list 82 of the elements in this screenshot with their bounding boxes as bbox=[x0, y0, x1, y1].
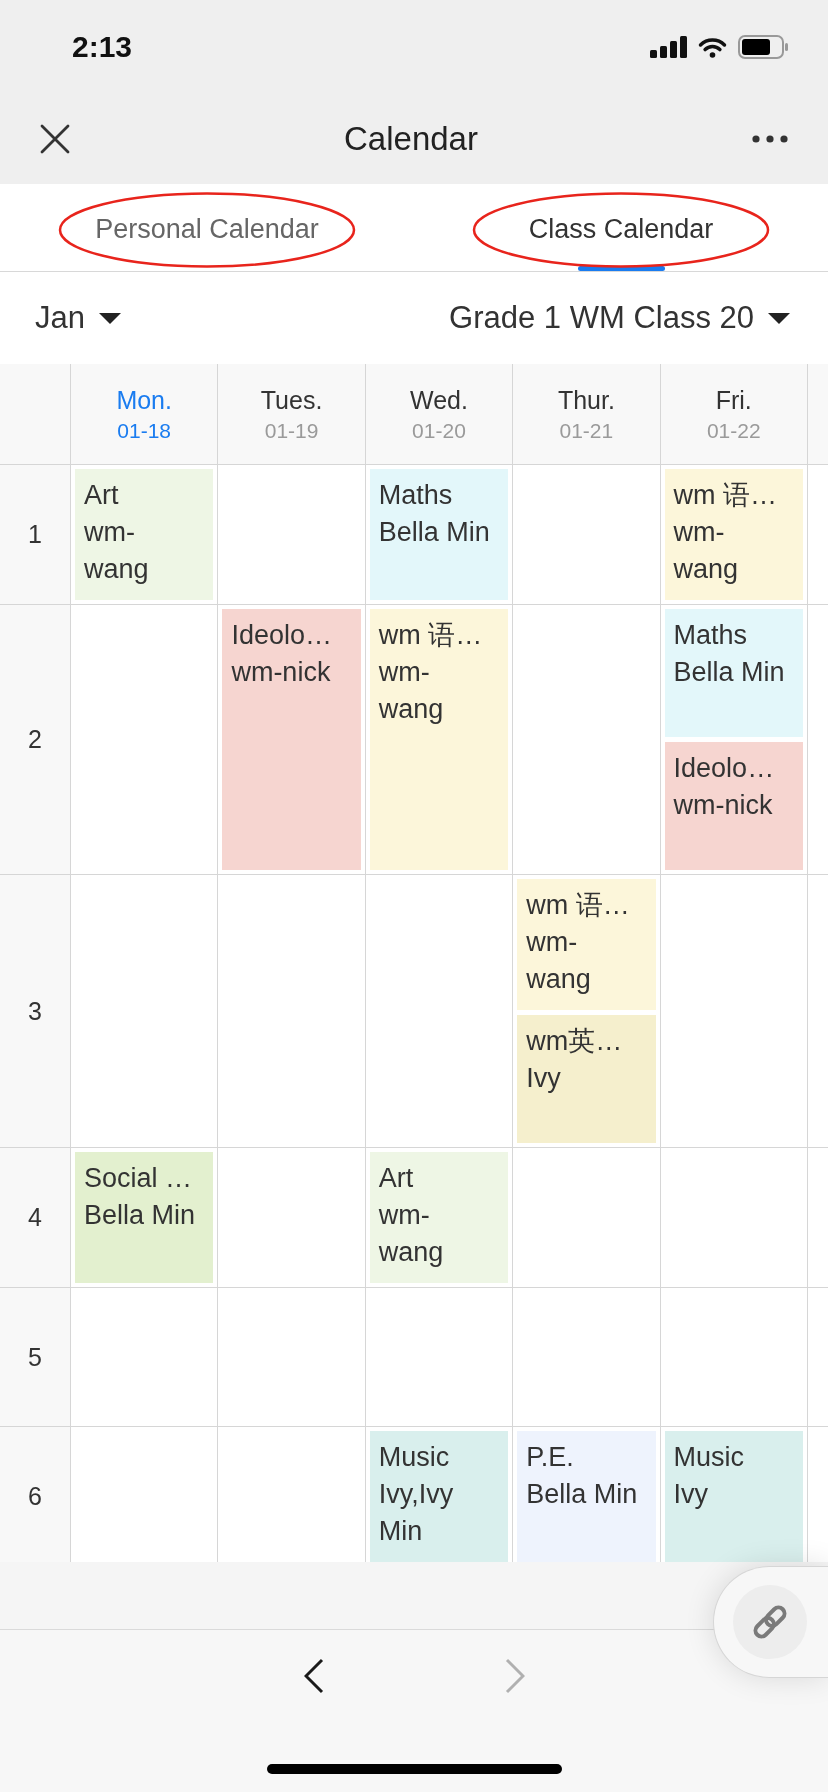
period-number: 6 bbox=[28, 1482, 42, 1511]
event-title: Ideolo… bbox=[231, 619, 332, 652]
day-header[interactable]: Mon. 01-18 bbox=[71, 364, 219, 465]
chevron-right-icon bbox=[504, 1658, 525, 1694]
event-teacher: Bella Min bbox=[378, 516, 490, 549]
class-event[interactable]: Art wm-wang bbox=[75, 469, 214, 600]
day-name: Fri. bbox=[715, 385, 752, 415]
event-title: P.E. bbox=[526, 1441, 574, 1474]
class-event[interactable]: wm英… Ivy bbox=[517, 1015, 656, 1143]
event-title: Art bbox=[84, 479, 119, 512]
event-title: wm英… bbox=[526, 1025, 623, 1058]
day-header[interactable]: Fri. 01-22 bbox=[660, 364, 808, 465]
day-header[interactable]: Wed. 01-20 bbox=[365, 364, 514, 465]
tab[interactable]: Class Calendar bbox=[414, 184, 828, 271]
battery-icon bbox=[738, 35, 790, 59]
event-teacher: Ivy,Ivy Min bbox=[378, 1478, 455, 1548]
event-teacher: wm-wang bbox=[378, 656, 445, 726]
month-dropdown[interactable]: Jan bbox=[35, 300, 121, 336]
page-title: Calendar bbox=[344, 120, 478, 158]
event-teacher: Bella Min bbox=[526, 1478, 638, 1511]
event-teacher: wm-nick bbox=[231, 656, 331, 689]
class-event[interactable]: Maths Bella Min bbox=[369, 469, 509, 600]
day-name: Tues. bbox=[260, 385, 323, 415]
event-title: Maths bbox=[673, 619, 748, 652]
event-teacher: wm-wang bbox=[526, 926, 592, 996]
class-event[interactable]: Ideolo… wm-nick bbox=[664, 742, 803, 870]
class-event[interactable]: wm 语… wm-wang bbox=[664, 469, 803, 600]
period-number: 4 bbox=[28, 1203, 42, 1232]
day-date: 01-19 bbox=[264, 418, 319, 443]
status-time: 2:13 bbox=[72, 30, 133, 64]
caret-icon bbox=[99, 312, 121, 324]
more-icon bbox=[752, 135, 788, 143]
wifi-icon bbox=[697, 36, 728, 58]
class-event[interactable]: Maths Bella Min bbox=[664, 609, 803, 737]
day-header[interactable]: Thur. 01-21 bbox=[513, 364, 661, 465]
day-header[interactable]: Tues. 01-19 bbox=[218, 364, 366, 465]
event-teacher: wm-wang bbox=[84, 516, 150, 586]
event-title: Music bbox=[673, 1441, 745, 1474]
class-event[interactable]: Music Ivy,Ivy Min bbox=[369, 1431, 509, 1562]
signal-icon bbox=[650, 36, 687, 58]
day-date: 01-22 bbox=[706, 418, 761, 443]
class-event[interactable]: Music Ivy bbox=[664, 1431, 803, 1562]
day-name: Mon. bbox=[116, 385, 172, 415]
event-title: Ideolo… bbox=[673, 752, 775, 785]
event-title: Maths bbox=[378, 479, 453, 512]
class-event[interactable]: P.E. Bella Min bbox=[517, 1431, 656, 1562]
day-name: Wed. bbox=[410, 385, 468, 415]
event-title: wm 语… bbox=[526, 889, 630, 922]
chevron-left-icon bbox=[303, 1658, 324, 1694]
event-teacher: Bella Min bbox=[84, 1199, 196, 1232]
day-name: Thur. bbox=[557, 385, 615, 415]
more-button[interactable] bbox=[752, 135, 788, 143]
caret-icon bbox=[768, 312, 790, 324]
close-button[interactable] bbox=[40, 124, 70, 154]
link-icon bbox=[733, 1585, 807, 1659]
class-event[interactable]: Art wm-wang bbox=[369, 1152, 509, 1283]
tab[interactable]: Personal Calendar bbox=[0, 184, 414, 271]
class-event[interactable]: wm 语… wm-wang bbox=[517, 879, 656, 1010]
event-teacher: Ivy bbox=[526, 1062, 561, 1095]
event-title: Art bbox=[378, 1162, 414, 1195]
period-number: 5 bbox=[28, 1342, 42, 1372]
event-teacher: wm-wang bbox=[673, 516, 740, 586]
period-number: 3 bbox=[28, 996, 42, 1026]
close-icon bbox=[40, 124, 70, 154]
event-title: Social … bbox=[84, 1162, 193, 1195]
period-number: 2 bbox=[28, 725, 42, 754]
event-title: wm 语… bbox=[673, 479, 778, 512]
day-date: 01-21 bbox=[559, 418, 614, 443]
event-teacher: Ivy bbox=[673, 1478, 709, 1511]
event-title: wm 语… bbox=[378, 619, 483, 652]
event-teacher: Bella Min bbox=[673, 656, 785, 689]
event-teacher: wm-wang bbox=[378, 1199, 445, 1269]
day-date: 01-18 bbox=[117, 418, 172, 443]
event-teacher: wm-nick bbox=[673, 789, 773, 822]
class-event[interactable]: Social … Bella Min bbox=[75, 1152, 214, 1283]
floating-link-button[interactable] bbox=[713, 1566, 828, 1678]
class-event[interactable]: wm 语… wm-wang bbox=[369, 609, 509, 870]
class-event[interactable]: Ideolo… wm-nick bbox=[222, 609, 361, 870]
period-number: 1 bbox=[28, 520, 42, 549]
event-title: Music bbox=[378, 1441, 450, 1474]
class-dropdown[interactable]: Grade 1 WM Class 20 bbox=[449, 300, 790, 336]
day-date: 01-20 bbox=[412, 418, 466, 443]
